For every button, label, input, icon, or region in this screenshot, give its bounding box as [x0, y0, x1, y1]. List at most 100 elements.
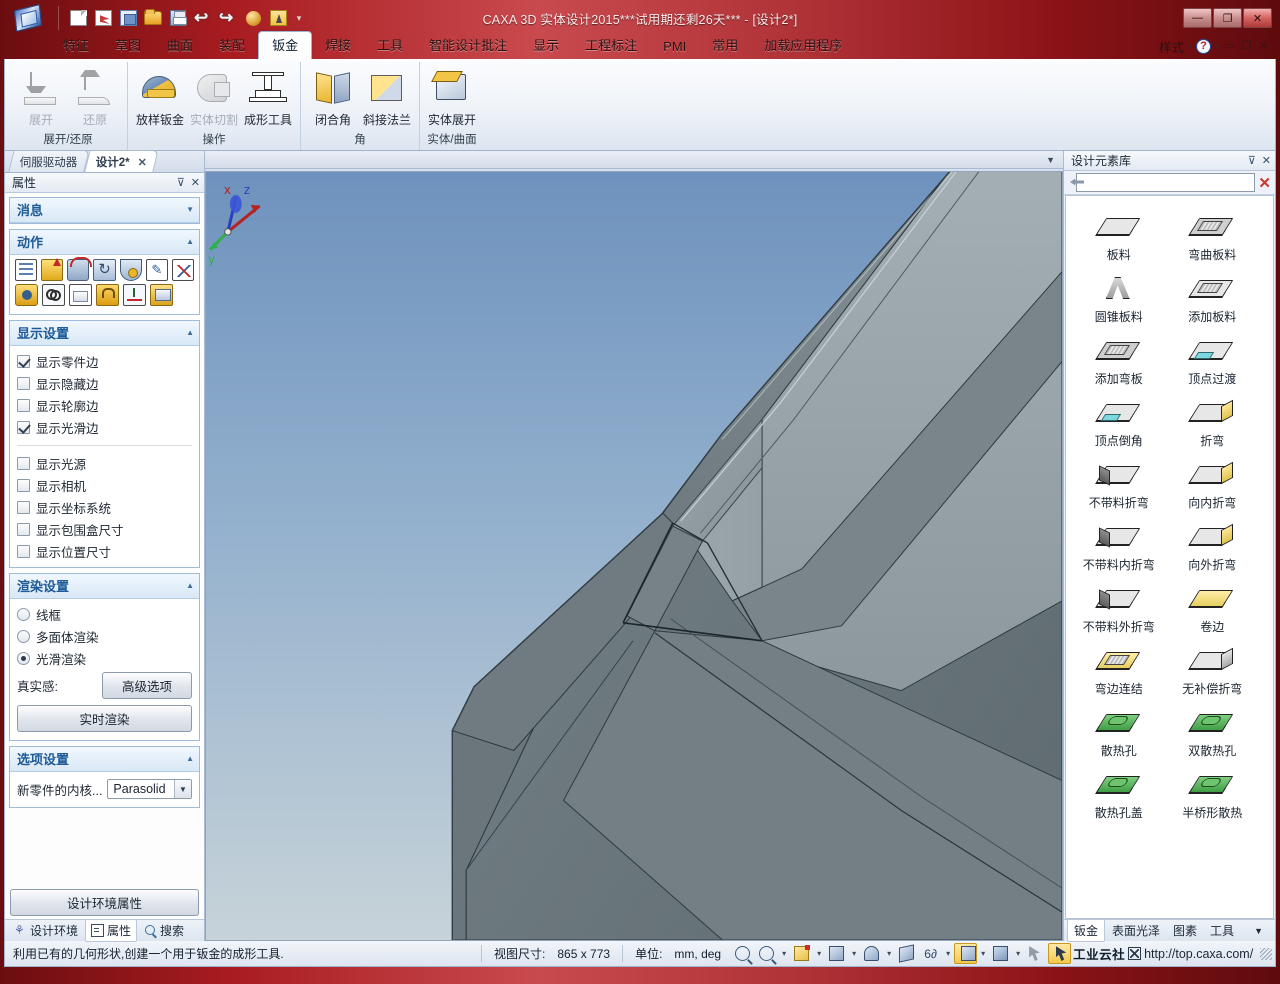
- chevron-down-icon[interactable]: ▾: [943, 949, 953, 958]
- curve-icon[interactable]: [171, 259, 194, 281]
- tab-sketch[interactable]: 草图: [102, 31, 154, 59]
- camera-icon[interactable]: [860, 943, 883, 964]
- library-item-vertex-blend[interactable]: 顶点过渡: [1166, 328, 1260, 390]
- render-mode-icon[interactable]: [825, 943, 848, 964]
- zoom-in-icon[interactable]: [731, 943, 754, 964]
- loft-icon[interactable]: [119, 259, 142, 281]
- save-icon[interactable]: [167, 8, 189, 29]
- tab-sheetmetal[interactable]: 钣金: [258, 31, 313, 59]
- maximize-button[interactable]: ❐: [1213, 8, 1242, 28]
- chevron-up-icon[interactable]: ▲: [186, 581, 194, 590]
- glasses-icon[interactable]: 6∂: [919, 943, 942, 964]
- axis-icon[interactable]: [123, 284, 146, 306]
- tab-search[interactable]: 搜索: [139, 920, 189, 941]
- section-actions-header[interactable]: 动作 ▲: [10, 230, 199, 255]
- pin-icon[interactable]: ⊽: [177, 176, 185, 189]
- chevron-down-icon[interactable]: ▾: [1013, 949, 1023, 958]
- advanced-options-button[interactable]: 高级选项: [102, 672, 192, 699]
- library-search-input[interactable]: [1076, 173, 1256, 192]
- chevron-down-icon[interactable]: ▼: [174, 780, 191, 798]
- checkbox-show-position-dims[interactable]: 显示位置尺寸: [15, 540, 194, 562]
- help-icon[interactable]: ?: [1195, 39, 1211, 54]
- list-icon[interactable]: [15, 259, 38, 281]
- lib-tab-surface-finish[interactable]: 表面光泽: [1106, 920, 1166, 941]
- library-item-inward-bend-no-material[interactable]: 不带料内折弯: [1072, 514, 1166, 576]
- closed-corner-button[interactable]: 闭合角: [307, 65, 359, 129]
- open-image-icon[interactable]: [117, 8, 139, 29]
- table-icon[interactable]: [69, 284, 92, 306]
- tab-engineering-annotation[interactable]: 工程标注: [572, 31, 650, 59]
- tab-display[interactable]: 显示: [520, 31, 572, 59]
- checkbox-show-part-edges[interactable]: 显示零件边: [15, 350, 194, 372]
- chevron-down-icon[interactable]: ▾: [978, 949, 988, 958]
- clear-search-icon[interactable]: ✕: [1258, 174, 1271, 192]
- tab-smart-annotation[interactable]: 智能设计批注: [416, 31, 520, 59]
- restore-button[interactable]: 还原: [69, 65, 121, 129]
- section-display-settings-header[interactable]: 显示设置 ▲: [10, 321, 199, 346]
- lib-tab-sheetmetal[interactable]: 钣金: [1067, 919, 1106, 942]
- radio-faceted-render[interactable]: 多面体渲染: [15, 625, 194, 647]
- solid-cut-button[interactable]: 实体切割: [188, 65, 240, 129]
- radio-wireframe[interactable]: 线框: [15, 603, 194, 625]
- library-item-grid[interactable]: 板料 弯曲板料 圆锥板料 添加板料 添加弯板 顶点过渡 顶点倒角 折弯 不带料折…: [1065, 195, 1274, 919]
- link-icon[interactable]: [42, 284, 65, 306]
- view-orientation-icon[interactable]: [790, 943, 813, 964]
- checkbox-show-camera[interactable]: 显示相机: [15, 474, 194, 496]
- forming-tool-button[interactable]: 成形工具: [242, 65, 294, 129]
- section-render-settings-header[interactable]: 渲染设置 ▲: [10, 574, 199, 599]
- lock-icon[interactable]: [96, 284, 119, 306]
- box-icon[interactable]: [150, 284, 173, 306]
- tab-tools[interactable]: 工具: [364, 31, 416, 59]
- sweep-icon[interactable]: [93, 259, 116, 281]
- doc-close-button[interactable]: ✕: [1257, 40, 1270, 53]
- library-item-add-bend[interactable]: 添加弯板: [1072, 328, 1166, 390]
- library-item-plate[interactable]: 板料: [1072, 204, 1166, 266]
- 3d-viewport[interactable]: x z y: [205, 171, 1063, 941]
- new-file-icon[interactable]: [67, 8, 89, 29]
- section-option-settings-header[interactable]: 选项设置 ▲: [10, 747, 199, 772]
- doc-restore-button[interactable]: ❐: [1240, 40, 1253, 53]
- library-item-conical-plate[interactable]: 圆锥板料: [1072, 266, 1166, 328]
- doc-tab-design2[interactable]: 设计2* ✕: [83, 150, 159, 172]
- undo-icon[interactable]: [192, 8, 214, 29]
- chevron-up-icon[interactable]: ▲: [186, 237, 194, 246]
- viewport-dropdown-icon[interactable]: ▼: [1046, 155, 1055, 165]
- tab-assembly[interactable]: 装配: [206, 31, 258, 59]
- revolve-icon[interactable]: [67, 257, 93, 281]
- sphere-icon[interactable]: [242, 8, 264, 29]
- resize-grip[interactable]: [1260, 947, 1272, 960]
- library-item-bent-plate[interactable]: 弯曲板料: [1166, 204, 1260, 266]
- tab-common[interactable]: 常用: [699, 31, 751, 59]
- panel-close-icon[interactable]: ✕: [191, 176, 200, 189]
- checkbox-show-hidden-edges[interactable]: 显示隐藏边: [15, 372, 194, 394]
- library-item-half-bridge-louver[interactable]: 半桥形散热: [1166, 762, 1260, 824]
- chevron-down-icon[interactable]: ▾: [1188, 42, 1192, 51]
- checkbox-show-smooth-edges[interactable]: 显示光滑边: [15, 416, 194, 438]
- chevron-up-icon[interactable]: ▲: [186, 328, 194, 337]
- library-item-inward-bend[interactable]: 向内折弯: [1166, 452, 1260, 514]
- open-folder-icon[interactable]: [142, 8, 164, 29]
- design-environment-properties-button[interactable]: 设计环境属性: [10, 889, 199, 916]
- library-item-vertex-chamfer[interactable]: 顶点倒角: [1072, 390, 1166, 452]
- back-arrow-icon[interactable]: [1068, 174, 1073, 192]
- tab-surface[interactable]: 曲面: [154, 31, 206, 59]
- chevron-down-icon[interactable]: ▾: [884, 949, 894, 958]
- library-item-outward-bend-no-material[interactable]: 不带料外折弯: [1072, 576, 1166, 638]
- ribbon-options-chevron-icon[interactable]: ▾: [1215, 42, 1219, 51]
- section-messages-header[interactable]: 消息 ▼: [10, 198, 199, 223]
- checkbox-show-silhouette-edges[interactable]: 显示轮廓边: [15, 394, 194, 416]
- tab-load-application[interactable]: 加载应用程序: [751, 31, 855, 59]
- render-cube-icon[interactable]: [15, 284, 38, 306]
- shaded-cube-icon[interactable]: [954, 943, 978, 964]
- tab-welding[interactable]: 焊接: [312, 31, 364, 59]
- chevron-down-icon[interactable]: ▼: [186, 205, 194, 214]
- solid-unfold-button[interactable]: 实体展开: [426, 65, 478, 129]
- sketch-edit-icon[interactable]: [145, 259, 168, 281]
- realtime-render-button[interactable]: 实时渲染: [17, 705, 192, 732]
- library-item-louver-cover[interactable]: 散热孔盖: [1072, 762, 1166, 824]
- library-item-hem[interactable]: 卷边: [1166, 576, 1260, 638]
- pin-icon[interactable]: ⊽: [1248, 154, 1256, 167]
- checkbox-show-lights[interactable]: 显示光源: [15, 452, 194, 474]
- library-item-louver[interactable]: 散热孔: [1072, 700, 1166, 762]
- doc-tab-servo-driver[interactable]: 伺服驱动器: [8, 150, 90, 172]
